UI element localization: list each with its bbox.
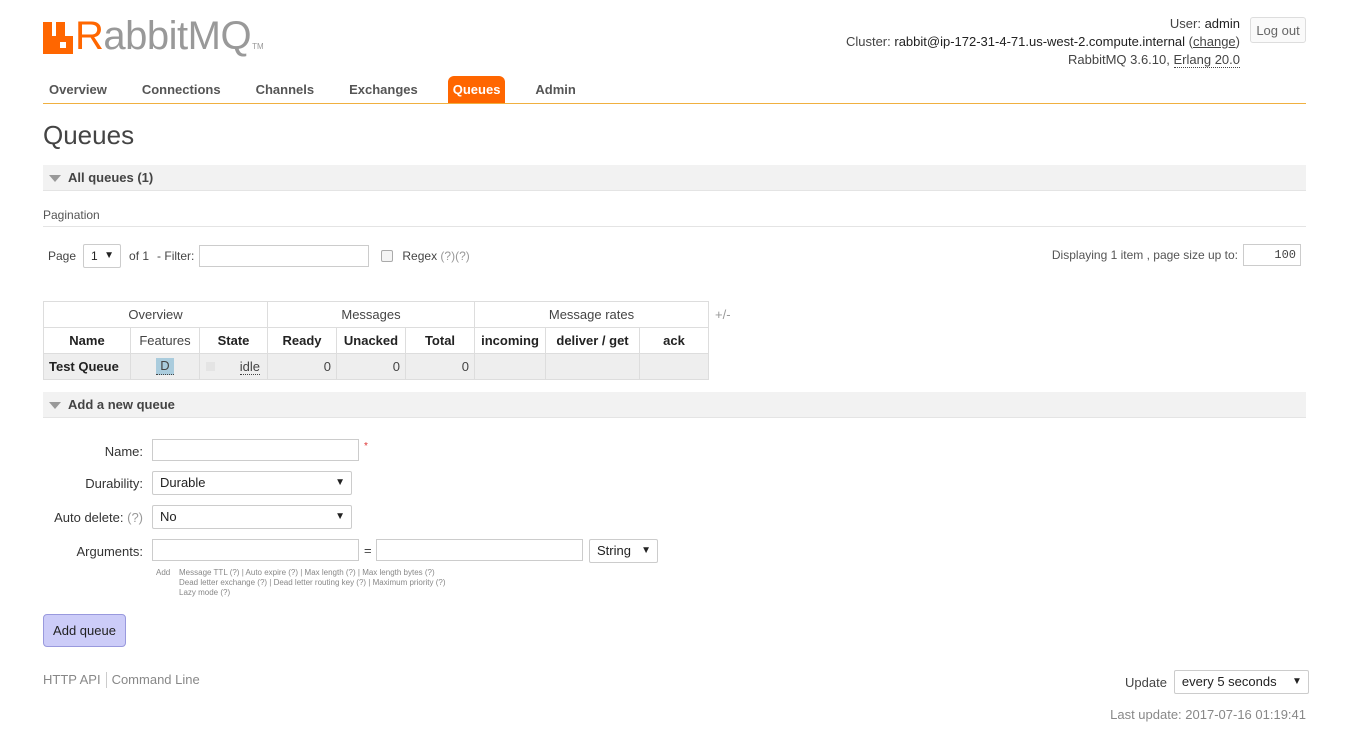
collapse-triangle-icon — [49, 402, 61, 409]
pagination-label: Pagination — [43, 208, 1306, 227]
command-line-link[interactable]: Command Line — [112, 672, 200, 688]
queues-table: Overview Messages Message rates Name Fea… — [43, 301, 709, 380]
col-features: Features — [130, 327, 200, 354]
rabbit-logo-icon — [43, 22, 73, 54]
auto-delete-label: Auto delete: (?) — [54, 510, 143, 525]
auto-delete-help-link[interactable]: (?) — [127, 510, 143, 525]
dropdown-arrow-icon: ▼ — [335, 511, 345, 522]
name-label: Name: — [104, 444, 143, 459]
dropdown-arrow-icon: ▼ — [104, 250, 115, 261]
user-line: User: admin — [1169, 16, 1240, 31]
col-name[interactable]: Name — [43, 327, 131, 354]
argument-shortcuts-3[interactable]: Lazy mode (?) — [179, 588, 445, 598]
all-queues-toggle[interactable]: All queues (1) — [43, 165, 1306, 191]
dropdown-arrow-icon: ▼ — [335, 477, 345, 488]
filter-input[interactable] — [199, 245, 370, 267]
argument-shortcuts-1[interactable]: Message TTL (?) | Auto expire (?) | Max … — [179, 568, 445, 578]
incoming-cell — [474, 353, 546, 380]
deliver-get-cell — [545, 353, 640, 380]
durability-select[interactable]: Durable ▼ — [152, 471, 352, 495]
argument-help: Add Message TTL (?) | Auto expire (?) | … — [156, 568, 445, 598]
tab-admin[interactable]: Admin — [529, 76, 581, 103]
col-unacked[interactable]: Unacked — [336, 327, 406, 354]
logout-button[interactable]: Log out — [1250, 17, 1306, 43]
col-ack[interactable]: ack — [639, 327, 709, 354]
add-queue-title: Add a new queue — [68, 397, 175, 412]
ack-cell — [639, 353, 709, 380]
state-indicator-icon — [206, 362, 215, 371]
add-queue-toggle[interactable]: Add a new queue — [43, 392, 1306, 418]
collapse-triangle-icon — [49, 175, 61, 182]
ready-cell: 0 — [267, 353, 337, 380]
main-nav: Overview Connections Channels Exchanges … — [43, 76, 1306, 104]
argument-key-input[interactable] — [152, 539, 359, 561]
update-control: Update every 5 seconds ▼ — [1125, 670, 1309, 694]
equals-sign: = — [364, 543, 372, 558]
total-cell: 0 — [405, 353, 475, 380]
logo-trademark: TM — [252, 42, 264, 51]
col-deliver-get[interactable]: deliver / get — [545, 327, 640, 354]
add-queue-button[interactable]: Add queue — [43, 614, 126, 647]
filter-label: - Filter: — [157, 249, 195, 263]
rabbitmq-logo: RabbitMQ TM — [43, 14, 264, 58]
state-cell: idle — [199, 353, 268, 380]
update-label: Update — [1125, 674, 1167, 690]
required-marker: * — [364, 441, 368, 452]
col-incoming[interactable]: incoming — [474, 327, 546, 354]
queue-name-input[interactable] — [152, 439, 359, 461]
add-argument-label: Add — [156, 568, 171, 577]
cluster-line: Cluster: rabbit@ip-172-31-4-71.us-west-2… — [845, 34, 1240, 49]
cluster-name: rabbit@ip-172-31-4-71.us-west-2.compute.… — [894, 34, 1186, 49]
arguments-label: Arguments: — [76, 544, 143, 559]
regex-help-links[interactable]: (?)(?) — [440, 249, 469, 263]
tab-connections[interactable]: Connections — [136, 76, 227, 103]
version-line: RabbitMQ 3.6.10, Erlang 20.0 — [1067, 52, 1240, 68]
current-user: admin — [1204, 16, 1240, 31]
argument-type-select[interactable]: String ▼ — [589, 539, 658, 563]
pager: Page 1 ▼ of 1 - Filter: Regex (?)(?) — [43, 244, 470, 268]
page-label: Page — [48, 249, 77, 263]
table-row: Test Queue D idle 0 0 0 — [43, 353, 709, 380]
group-overview: Overview — [43, 301, 268, 328]
durability-label: Durability: — [85, 476, 143, 491]
regex-checkbox[interactable] — [381, 250, 394, 262]
page-size-input[interactable]: 100 — [1243, 244, 1301, 266]
group-message-rates: Message rates — [474, 301, 709, 328]
header-info: User: admin Cluster: rabbit@ip-172-31-4-… — [846, 15, 1240, 69]
tab-channels[interactable]: Channels — [250, 76, 321, 103]
state-text: idle — [239, 358, 260, 375]
all-queues-title: All queues (1) — [68, 170, 154, 185]
group-messages: Messages — [267, 301, 475, 328]
queue-name-link[interactable]: Test Queue — [43, 353, 131, 380]
durable-badge: D — [156, 358, 174, 375]
dropdown-arrow-icon: ▼ — [1292, 676, 1302, 687]
footer-divider — [105, 672, 107, 688]
page-select[interactable]: 1 ▼ — [83, 244, 122, 268]
footer-links: HTTP API Command Line — [43, 672, 200, 688]
logo-wordmark: RabbitMQ — [75, 14, 252, 58]
argument-value-input[interactable] — [376, 539, 583, 561]
unacked-cell: 0 — [336, 353, 406, 380]
update-interval-select[interactable]: every 5 seconds ▼ — [1173, 670, 1309, 694]
last-update-text: Last update: 2017-07-16 01:19:41 — [1110, 707, 1306, 722]
displaying-info: Displaying 1 item , page size up to: 100 — [1052, 243, 1301, 267]
tab-overview[interactable]: Overview — [43, 76, 113, 103]
col-state[interactable]: State — [199, 327, 268, 354]
argument-shortcuts-2[interactable]: Dead letter exchange (?) | Dead letter r… — [179, 578, 445, 588]
dropdown-arrow-icon: ▼ — [641, 545, 651, 556]
page-of-label: of 1 — [129, 249, 150, 263]
col-ready[interactable]: Ready — [267, 327, 337, 354]
col-total[interactable]: Total — [405, 327, 475, 354]
regex-label: Regex (?)(?) — [402, 249, 470, 263]
column-toggle-link[interactable]: +/- — [715, 307, 731, 322]
http-api-link[interactable]: HTTP API — [43, 672, 101, 688]
tab-exchanges[interactable]: Exchanges — [343, 76, 424, 103]
erlang-version: Erlang 20.0 — [1173, 52, 1240, 68]
auto-delete-select[interactable]: No ▼ — [152, 505, 352, 529]
features-cell: D — [130, 353, 200, 380]
change-cluster-link[interactable]: change — [1193, 34, 1236, 49]
page-title: Queues — [43, 120, 135, 150]
tab-queues[interactable]: Queues — [447, 76, 506, 103]
